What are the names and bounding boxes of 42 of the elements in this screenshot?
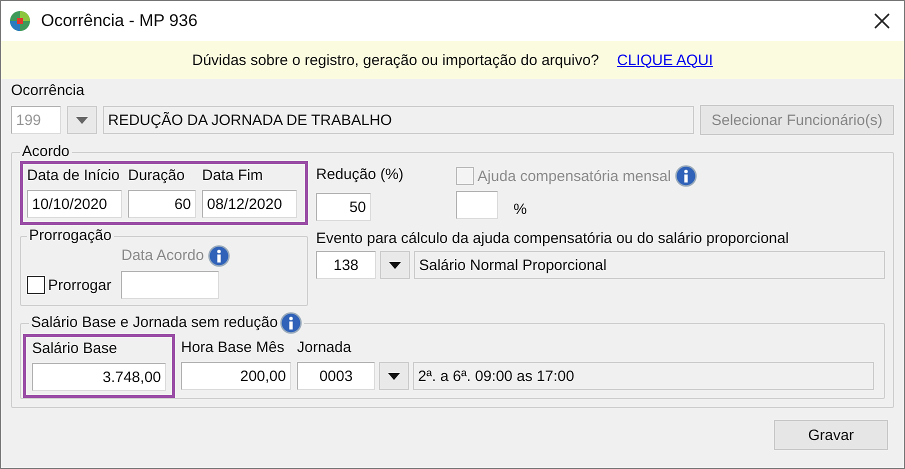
text-field[interactable]: 60 — [128, 190, 196, 218]
field-label: Ocorrência — [11, 81, 86, 101]
dropdown-button[interactable] — [379, 362, 409, 390]
group-title: Prorrogação — [28, 227, 113, 245]
dropdown-button[interactable] — [380, 251, 410, 279]
percent-field[interactable]: 50 — [316, 193, 371, 221]
code-field[interactable]: 0003 — [297, 362, 375, 390]
group-title: Acordo — [21, 143, 71, 161]
field-label: Data de Início — [27, 166, 121, 186]
field-label: Redução (%) — [316, 165, 404, 185]
save-button[interactable]: Gravar — [774, 420, 888, 450]
banner-text: Dúvidas sobre o registro, geração ou importação do arquivo? — [192, 52, 600, 68]
info-icon[interactable] — [208, 245, 230, 267]
group-title: Salário Base e Jornada sem redução — [31, 314, 278, 332]
caret-icon — [76, 116, 88, 124]
window-title: Ocorrência - MP 936 — [41, 11, 198, 31]
text-field[interactable]: 10/10/2020 — [27, 190, 122, 218]
code-field[interactable]: 138 — [316, 251, 376, 279]
field-label: Jornada — [297, 338, 352, 358]
description-field[interactable]: Salário Normal Proporcional — [414, 251, 885, 279]
info-icon[interactable] — [675, 165, 697, 187]
app-logo-icon — [9, 10, 31, 32]
help-link[interactable]: CLIQUE AQUI — [617, 52, 713, 68]
field-label: Hora Base Mês — [181, 338, 286, 358]
field-label: Evento para cálculo da ajuda compensatória ou do salário proporcional — [316, 229, 790, 249]
text-field[interactable]: 08/12/2020 — [202, 190, 297, 218]
caret-icon — [388, 372, 400, 380]
description-field[interactable]: 2ª. a 6ª. 09:00 as 17:00 — [413, 362, 874, 390]
hours-field[interactable]: 200,00 — [181, 362, 291, 390]
field-label: Data Fim — [202, 166, 264, 186]
close-icon[interactable] — [874, 13, 890, 29]
field-label: Data Acordo — [121, 246, 204, 266]
percent-field[interactable] — [456, 191, 498, 219]
description-field[interactable]: REDUÇÃO DA JORNADA DE TRABALHO — [103, 106, 694, 134]
field-label: Duração — [128, 166, 186, 186]
field-label: Salário Base — [32, 339, 118, 359]
info-icon[interactable] — [280, 312, 302, 334]
unit-label: % — [514, 200, 527, 218]
checkbox-label[interactable]: Prorrogar — [48, 276, 112, 294]
checkbox[interactable] — [27, 276, 45, 294]
caret-icon — [389, 262, 401, 268]
amount-field[interactable]: 3.748,00 — [32, 363, 166, 391]
